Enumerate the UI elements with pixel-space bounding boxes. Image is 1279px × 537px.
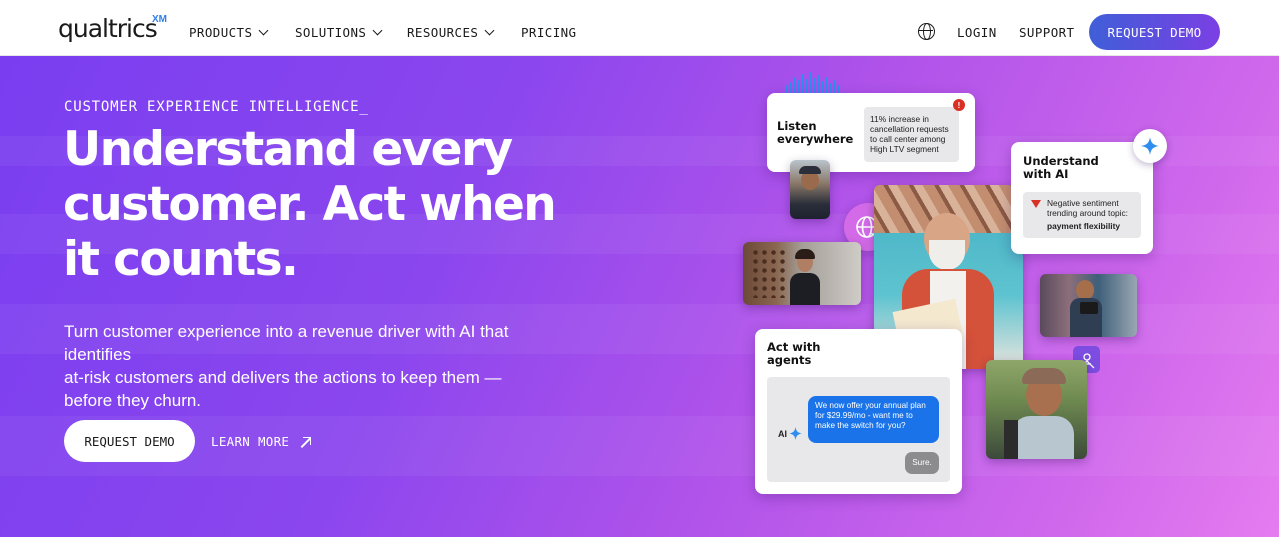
headline-line: Understand every (63, 122, 513, 177)
chat-panel: AI We now offer your annual plan for $29… (767, 377, 950, 482)
hero-request-demo-label: REQUEST DEMO (84, 433, 175, 449)
card-title-line: agents (767, 353, 812, 367)
nav-resources-label: RESOURCES (407, 25, 479, 40)
customer-photo (790, 160, 830, 219)
nav-pricing[interactable]: PRICING (521, 25, 576, 40)
nav-products-label: PRODUCTS (189, 25, 253, 40)
arrow-up-right-icon (301, 436, 312, 447)
hero-request-demo-button[interactable]: REQUEST DEMO (64, 420, 195, 462)
login-link[interactable]: LOGIN (957, 25, 997, 40)
request-demo-label: REQUEST DEMO (1107, 24, 1202, 40)
qualtrics-logo[interactable]: qualtrics XM (58, 14, 167, 43)
act-card-title: Act with agents (767, 341, 820, 367)
insight-box: Negative sentiment trending around topic… (1023, 192, 1141, 238)
hero-eyebrow: CUSTOMER EXPERIENCE INTELLIGENCE_ (64, 99, 369, 115)
globe-icon[interactable] (918, 23, 935, 40)
subtext-line: at-risk customers and delivers the actio… (64, 368, 502, 387)
bot-message-line: We now offer your annual plan (815, 401, 926, 410)
ai-badge: AI (778, 427, 802, 440)
understand-card: Understand with AI Negative sentiment tr… (1011, 142, 1153, 254)
subtext-line: before they churn. (64, 391, 202, 410)
support-label: SUPPORT (1019, 25, 1075, 40)
user-reply-text: Sure. (912, 458, 932, 467)
subtext-line: Turn customer experience into a revenue … (64, 322, 509, 364)
customer-photo (743, 242, 861, 305)
bot-message-line: make the switch for you? (815, 421, 906, 430)
nav-solutions[interactable]: SOLUTIONS (295, 25, 383, 40)
insight-line: trending around topic: (1047, 208, 1129, 218)
headline-line: customer. Act when (63, 177, 557, 232)
logo-text: qualtrics (58, 14, 158, 43)
nav-pricing-label: PRICING (521, 25, 577, 40)
triangle-down-icon (1031, 200, 1041, 208)
nav-products[interactable]: PRODUCTS (189, 25, 269, 40)
bot-message-bubble: We now offer your annual plan for $29.99… (808, 396, 939, 443)
sparkle-icon (789, 427, 802, 440)
card-title-line: everywhere (777, 132, 854, 146)
alert-icon: ! (953, 99, 965, 111)
customer-photo (1040, 274, 1137, 337)
understand-card-title: Understand with AI (1023, 155, 1099, 181)
customer-photo (986, 360, 1087, 459)
listen-card-title: Listen everywhere (777, 120, 853, 146)
logo-mark: XM (152, 14, 167, 25)
alert-box: 11% increase in cancellation requests to… (864, 107, 959, 162)
insight-line: Negative sentiment (1047, 198, 1119, 208)
alert-line: to call center among (870, 134, 946, 144)
login-label: LOGIN (957, 25, 997, 40)
hero-headline: Understand every customer. Act when it c… (63, 122, 583, 287)
support-link[interactable]: SUPPORT (1019, 25, 1074, 40)
top-nav: qualtrics XM PRODUCTS SOLUTIONS RESOURCE… (0, 0, 1279, 56)
ai-label: AI (778, 428, 787, 439)
hero-subtext: Turn customer experience into a revenue … (64, 320, 574, 412)
alert-line: High LTV segment (870, 144, 939, 154)
bot-message-line: for $29.99/mo - want me to (815, 411, 913, 420)
chevron-down-icon (258, 25, 269, 36)
learn-more-label: LEARN MORE (211, 434, 290, 449)
hero-section: CUSTOMER EXPERIENCE INTELLIGENCE_ Unders… (0, 56, 1279, 537)
alert-line: cancellation requests (870, 124, 949, 134)
chevron-down-icon (484, 25, 495, 36)
insight-topic: payment flexibility (1047, 221, 1121, 231)
sparkle-icon (1133, 129, 1167, 163)
request-demo-button[interactable]: REQUEST DEMO (1089, 14, 1220, 50)
nav-resources[interactable]: RESOURCES (407, 25, 495, 40)
chevron-down-icon (372, 25, 383, 36)
act-card: Act with agents AI We now offer your ann… (755, 329, 962, 494)
learn-more-link[interactable]: LEARN MORE (211, 434, 312, 449)
alert-line: 11% increase in (870, 114, 929, 124)
user-reply-bubble: Sure. (905, 452, 939, 474)
headline-line: it counts. (63, 232, 299, 287)
card-title-line: with AI (1023, 167, 1069, 181)
nav-solutions-label: SOLUTIONS (295, 25, 367, 40)
